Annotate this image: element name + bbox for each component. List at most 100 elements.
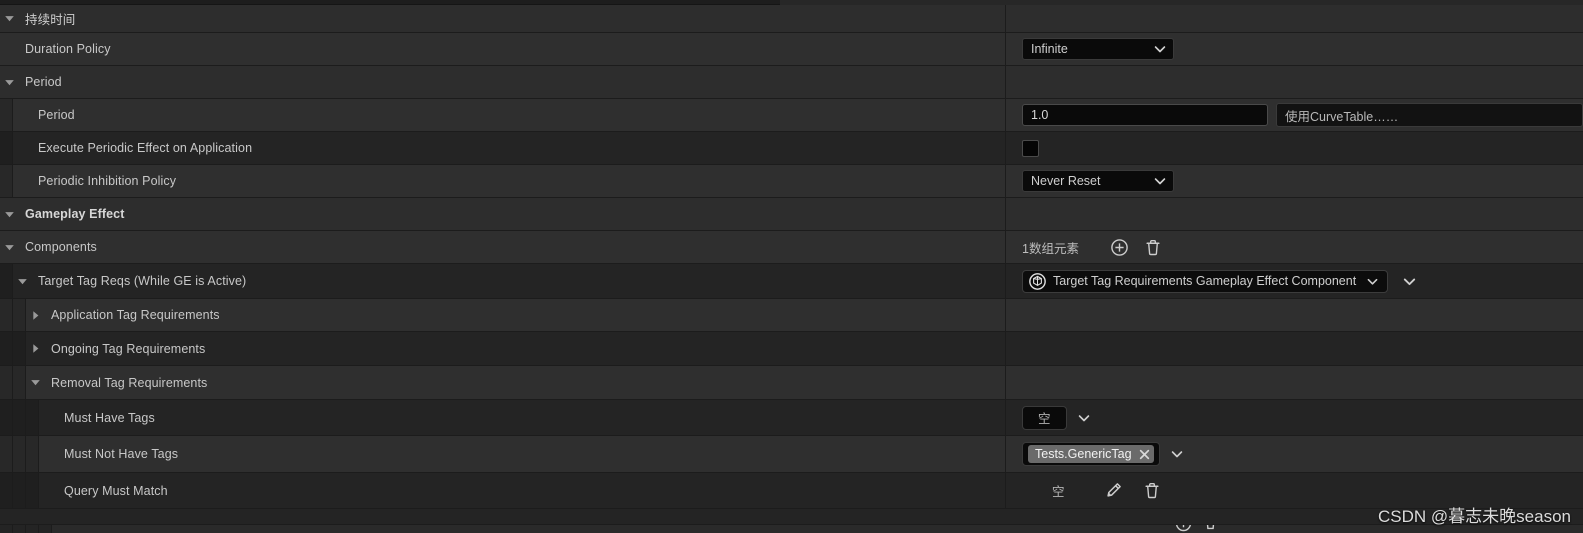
periodic-inhibition-policy-value: Never Reset xyxy=(1031,174,1101,188)
chevron-right-icon[interactable] xyxy=(30,310,41,321)
property-value-cell: 空 xyxy=(1006,400,1583,435)
remove-tag-icon[interactable] xyxy=(1138,448,1151,461)
trash-icon[interactable] xyxy=(1143,481,1161,500)
chevron-down-icon[interactable] xyxy=(1366,275,1379,288)
execute-periodic-effect-on-application-checkbox[interactable] xyxy=(1022,139,1039,157)
property-row[interactable]: Must Not Have Tags Tests.GenericTag xyxy=(0,436,1583,473)
expand-toggle[interactable] xyxy=(26,343,45,354)
close-icon[interactable] xyxy=(1138,448,1151,461)
indent-guide xyxy=(26,400,39,435)
indent-guide xyxy=(0,132,13,164)
property-label-cell: Execute Periodic Effect on Application xyxy=(0,132,1006,164)
indent-guides xyxy=(0,400,39,435)
trash-icon[interactable] xyxy=(1144,238,1162,257)
chevron-down-icon[interactable] xyxy=(1153,174,1167,188)
indent-guides xyxy=(0,132,13,164)
target-tag-reqs-while-ge-is-active-class-name: Target Tag Requirements Gameplay Effect … xyxy=(1053,274,1357,288)
property-value-cell: 1.0 使用CurveTable…… xyxy=(1006,99,1583,131)
indent-guide xyxy=(13,400,26,435)
period-input[interactable]: 1.0 xyxy=(1022,104,1268,126)
indent-guide xyxy=(26,525,39,533)
pencil-icon[interactable] xyxy=(1104,481,1123,500)
expand-toggle[interactable] xyxy=(0,209,19,220)
clear-query-button[interactable] xyxy=(1141,480,1163,502)
query-must-match-empty-label: 空 xyxy=(1052,485,1065,499)
property-row[interactable]: Removal Tag Requirements xyxy=(0,366,1583,400)
chevron-down-icon[interactable] xyxy=(1170,447,1184,461)
property-row[interactable]: Period xyxy=(0,66,1583,99)
indent-guide xyxy=(13,332,26,365)
chevron-down-icon[interactable] xyxy=(4,13,15,24)
clear-array-button[interactable] xyxy=(1142,236,1164,258)
chevron-down-icon[interactable] xyxy=(1153,42,1167,56)
chevron-down-icon[interactable] xyxy=(1153,42,1167,56)
property-value-cell xyxy=(1006,198,1583,230)
property-label-cell: 持续时间 xyxy=(0,5,1006,32)
property-row[interactable]: Target Tag Reqs (While GE is Active) Tar… xyxy=(0,264,1583,299)
chevron-down-icon[interactable] xyxy=(1402,274,1417,289)
period-curvetable-label: 使用CurveTable…… xyxy=(1285,109,1399,124)
periodic-inhibition-policy-label: Periodic Inhibition Policy xyxy=(38,174,177,188)
property-row[interactable]: 持续时间 xyxy=(0,5,1583,33)
indent-guide xyxy=(26,473,39,508)
tag-chip[interactable]: Tests.GenericTag xyxy=(1028,445,1154,463)
array-element-count: 1数组元素 xyxy=(1022,241,1079,256)
chevron-down-icon[interactable] xyxy=(1077,411,1091,425)
indent-guide xyxy=(0,332,13,365)
property-row[interactable]: Execute Periodic Effect on Application xyxy=(0,132,1583,165)
expand-toggle[interactable] xyxy=(0,77,19,88)
plus-circle-icon[interactable] xyxy=(1110,238,1129,257)
property-label-cell: Periodic Inhibition Policy xyxy=(0,165,1006,197)
chevron-down-icon[interactable] xyxy=(1366,275,1379,288)
indent-guides xyxy=(0,525,1583,533)
expand-toggle[interactable] xyxy=(0,242,19,253)
expand-struct-icon[interactable] xyxy=(1402,274,1417,289)
property-row[interactable]: Query Must Match 空 xyxy=(0,473,1583,509)
period-curvetable-field[interactable]: 使用CurveTable…… xyxy=(1276,103,1583,127)
expand-toggle[interactable] xyxy=(26,310,45,321)
chevron-down-icon[interactable] xyxy=(1170,447,1184,461)
chevron-down-icon[interactable] xyxy=(1077,411,1091,425)
target-tag-reqs-while-ge-is-active-class-picker[interactable]: Target Tag Requirements Gameplay Effect … xyxy=(1022,269,1389,293)
property-row[interactable]: Components 1数组元素 xyxy=(0,231,1583,264)
must-not-have-tags-tag-container[interactable]: Tests.GenericTag xyxy=(1022,442,1160,466)
property-row[interactable]: Periodic Inhibition Policy Never Reset xyxy=(0,165,1583,198)
property-row[interactable]: Period 1.0 使用CurveTable…… xyxy=(0,99,1583,132)
chevron-down-icon[interactable] xyxy=(1153,174,1167,188)
property-row[interactable]: Application Tag Requirements xyxy=(0,299,1583,332)
chevron-down-icon[interactable] xyxy=(30,377,41,388)
chevron-right-icon[interactable] xyxy=(30,343,41,354)
indent-guide xyxy=(13,436,26,472)
chevron-down-icon[interactable] xyxy=(4,242,15,253)
trash-icon[interactable] xyxy=(1202,524,1219,532)
expand-toggle[interactable] xyxy=(26,377,45,388)
property-label-cell: Application Tag Requirements xyxy=(0,299,1006,331)
indent-guide xyxy=(39,525,52,533)
property-label-cell: Ongoing Tag Requirements xyxy=(0,332,1006,365)
periodic-inhibition-policy-dropdown[interactable]: Never Reset xyxy=(1022,170,1174,192)
property-row[interactable]: Must Have Tags 空 xyxy=(0,400,1583,436)
chevron-down-icon[interactable] xyxy=(4,209,15,220)
removal-tag-requirements-label: Removal Tag Requirements xyxy=(51,375,208,390)
property-label-cell: Query Must Match xyxy=(0,473,1006,508)
property-row[interactable]: Duration Policy Infinite xyxy=(0,33,1583,66)
expand-toggle[interactable] xyxy=(0,13,19,24)
add-array-element-button[interactable] xyxy=(1109,236,1131,258)
next-array-row-clipped[interactable] xyxy=(0,524,1583,533)
property-value-cell xyxy=(1006,366,1583,399)
chevron-down-icon[interactable] xyxy=(17,276,28,287)
edit-query-button[interactable] xyxy=(1103,480,1125,502)
property-row[interactable]: Gameplay Effect xyxy=(0,198,1583,231)
chevron-down-icon[interactable] xyxy=(4,77,15,88)
must-have-tags-tag-container[interactable]: 空 xyxy=(1022,405,1067,430)
indent-guides xyxy=(0,436,39,472)
expand-toggle[interactable] xyxy=(13,276,32,287)
property-label-cell: Removal Tag Requirements xyxy=(0,366,1006,399)
property-label-cell: Components xyxy=(0,231,1006,263)
period-label: Period xyxy=(38,108,75,122)
property-label-cell: Period xyxy=(0,99,1006,131)
plus-circle-icon[interactable] xyxy=(1175,524,1192,532)
duration-policy-value: Infinite xyxy=(1031,42,1068,56)
property-row[interactable]: Ongoing Tag Requirements xyxy=(0,332,1583,366)
duration-policy-dropdown[interactable]: Infinite xyxy=(1022,38,1174,60)
